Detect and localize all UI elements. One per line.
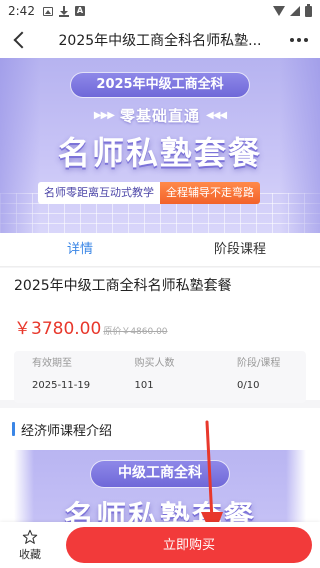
- stat-progress: 阶段/课程 0/10: [237, 357, 306, 403]
- back-arrow-icon[interactable]: [0, 22, 40, 58]
- stat-expiry: 有效期至 2025-11-19: [32, 357, 135, 403]
- arrows-right-icon: ▶▶▶: [93, 109, 115, 121]
- banner-subtitle-row: ▶▶▶ 零基础直通 ◀◀◀: [55, 104, 265, 126]
- product-info: 2025年中级工商全科名师私塾套餐 ￥3780.00 原价￥4860.00 有效…: [0, 268, 320, 403]
- download-icon: [58, 5, 69, 17]
- stat-value: 0/10: [237, 380, 260, 391]
- more-icon[interactable]: [290, 38, 308, 42]
- tab-bar: 详情 阶段课程: [0, 233, 320, 267]
- battery-icon: [305, 3, 312, 17]
- banner-tags: 名师零距离互动式教学 全程辅导不走弯路: [38, 182, 282, 204]
- image-notification-icon: [42, 6, 53, 16]
- wifi-icon: [273, 6, 285, 16]
- price-row: ￥3780.00 原价￥4860.00: [14, 314, 306, 339]
- favorite-button[interactable]: 收藏: [0, 529, 60, 562]
- hero-banner: 2025年中级工商全科 ▶▶▶ 零基础直通 ◀◀◀ 名师私塾套餐 名师零距离互动…: [0, 58, 320, 233]
- bottom-action-bar: 收藏 立即购买: [0, 522, 320, 568]
- nav-bar: 2025年中级工商全科名师私塾...: [0, 22, 320, 58]
- notification-icons: A: [42, 5, 85, 17]
- current-price: ￥3780.00: [14, 319, 102, 339]
- section-accent-bar: [12, 422, 15, 436]
- banner-main-title: 名师私塾套餐: [57, 134, 262, 172]
- buy-now-button[interactable]: 立即购买: [66, 527, 312, 563]
- system-icons: [273, 3, 312, 17]
- status-bar: 2:42 A: [0, 0, 320, 22]
- stat-label: 有效期至: [32, 358, 72, 369]
- stat-value: 2025-11-19: [32, 380, 91, 391]
- original-price: 原价￥4860.00: [103, 327, 168, 337]
- banner-tag-tutoring: 全程辅导不走弯路: [160, 182, 260, 204]
- stat-label: 阶段/课程: [237, 358, 281, 369]
- banner-tag-teaching: 名师零距离互动式教学: [38, 182, 160, 204]
- status-time: 2:42: [8, 4, 35, 18]
- stat-buyers: 购买人数 101: [135, 357, 238, 403]
- stat-label: 购买人数: [134, 358, 175, 369]
- arrows-left-icon: ◀◀◀: [206, 109, 227, 121]
- tab-stage-courses[interactable]: 阶段课程: [160, 233, 320, 266]
- stat-value: 101: [134, 380, 154, 391]
- favorite-label: 收藏: [19, 547, 41, 561]
- intro-image-pill: 中级工商全科: [90, 460, 230, 488]
- banner-subtitle: 零基础直通: [119, 106, 200, 125]
- tab-details[interactable]: 详情: [0, 233, 160, 266]
- star-icon: [22, 529, 38, 544]
- stats-panel: 有效期至 2025-11-19 购买人数 101 阶段/课程 0/10: [14, 351, 306, 403]
- app-notification-icon: A: [74, 6, 85, 16]
- product-title: 2025年中级工商全科名师私塾套餐: [14, 278, 232, 294]
- section-header: 经济师课程介绍: [0, 408, 320, 439]
- section-title: 经济师课程介绍: [21, 423, 113, 439]
- banner-pill: 2025年中级工商全科: [70, 72, 250, 98]
- page-title: 2025年中级工商全科名师私塾...: [58, 33, 262, 49]
- signal-icon: [290, 6, 300, 16]
